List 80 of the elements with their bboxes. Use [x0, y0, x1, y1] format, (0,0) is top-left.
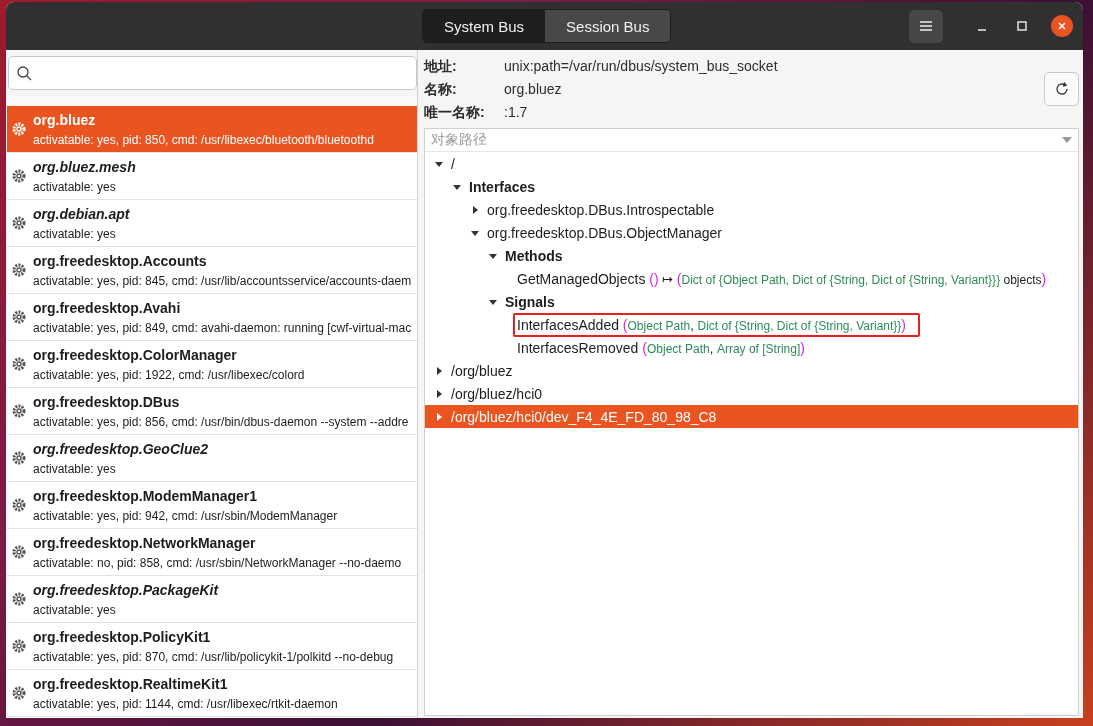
maximize-icon	[1017, 21, 1027, 31]
node-label: Methods	[505, 247, 563, 264]
service-detail: activatable: no, pid: 858, cmd: /usr/sbin/NetworkManager --no-daemo	[33, 555, 402, 570]
info-label: 唯一名称:	[424, 104, 486, 122]
bus-tab[interactable]: Session Bus	[545, 10, 671, 42]
search-icon	[17, 65, 32, 81]
search-field[interactable]	[8, 56, 417, 90]
node-label: /org/bluez	[451, 362, 513, 379]
service-detail: activatable: yes	[33, 226, 117, 241]
refresh-icon	[1053, 81, 1070, 97]
service-name: org.freedesktop.Avahi	[33, 299, 182, 316]
service-name: org.freedesktop.RealtimeKit1	[33, 675, 229, 692]
service-detail: activatable: yes, pid: 850, cmd: /usr/libexec/bluetooth/bluetoothd	[33, 132, 374, 147]
menu-button[interactable]	[909, 9, 943, 43]
info-value: unix:path=/var/run/dbus/system_bus_socket	[504, 58, 779, 76]
info-label: 地址:	[424, 58, 458, 76]
gear-icon	[11, 168, 27, 184]
node-label: /org/bluez/hci0	[451, 385, 543, 402]
gear-icon	[11, 544, 27, 560]
refresh-button[interactable]	[1044, 72, 1079, 106]
tree-row[interactable]: Signals	[425, 290, 1078, 313]
tree-row[interactable]: /org/bluez/hci0/dev_F4_4E_FD_80_98_C8	[425, 405, 1078, 428]
signal-signature[interactable]: InterfacesAdded (Object Path, Dict of {String, Dict of {String, Variant}})	[513, 312, 921, 337]
dropdown-icon	[1062, 137, 1072, 143]
signal-signature[interactable]: InterfacesRemoved (Object Path, Array of [String])	[513, 335, 819, 360]
tree-row[interactable]: /org/bluez	[425, 359, 1078, 382]
service-name: org.freedesktop.DBus	[33, 393, 181, 410]
gear-icon	[11, 638, 27, 654]
info-label: 名称:	[424, 81, 458, 99]
service-name: org.freedesktop.GeoClue2	[33, 440, 209, 457]
service-detail: activatable: yes, pid: 1144, cmd: /usr/libexec/rtkit-daemon	[33, 696, 338, 711]
service-name: org.debian.apt	[33, 205, 130, 222]
tree-row[interactable]: Methods	[425, 244, 1078, 267]
service-detail: activatable: yes, pid: 1922, cmd: /usr/libexec/colord	[33, 367, 305, 382]
service-detail: activatable: yes, pid: 845, cmd: /usr/lib/accountsservice/accounts-daem	[33, 273, 412, 288]
node-label: /	[451, 155, 455, 172]
service-detail: activatable: yes	[33, 461, 117, 476]
node-label: Signals	[505, 293, 555, 310]
gear-icon	[11, 215, 27, 231]
gear-icon	[11, 309, 27, 325]
close-button[interactable]	[1051, 15, 1073, 37]
service-detail: activatable: yes, pid: 870, cmd: /usr/lib/policykit-1/polkitd --no-debug	[33, 649, 394, 664]
service-name: org.freedesktop.Accounts	[33, 252, 208, 269]
info-value: :1.7	[504, 104, 529, 122]
menu-icon	[920, 21, 932, 31]
service-name: org.freedesktop.PolicyKit1	[33, 628, 212, 645]
info-value: org.bluez	[504, 81, 563, 99]
service-detail: activatable: yes, pid: 942, cmd: /usr/sbin/ModemManager	[33, 508, 338, 523]
service-name: org.bluez.mesh	[33, 158, 136, 175]
service-name: org.freedesktop.PackageKit	[33, 581, 219, 598]
node-label: org.freedesktop.DBus.ObjectManager	[487, 224, 722, 241]
service-detail: activatable: yes	[33, 179, 117, 194]
node-label: /org/bluez/hci0/dev_F4_4E_FD_80_98_C8	[451, 408, 717, 425]
tree-row[interactable]: /	[425, 152, 1078, 175]
service-name: org.freedesktop.ModemManager1	[33, 487, 259, 504]
service-detail: activatable: yes, pid: 856, cmd: /usr/bin/dbus-daemon --system --addre	[33, 414, 409, 429]
gear-icon	[11, 497, 27, 513]
service-detail: activatable: yes	[33, 602, 117, 617]
tree-row[interactable]: org.freedesktop.DBus.Introspectable	[425, 198, 1078, 221]
gear-icon	[11, 403, 27, 419]
bus-tab[interactable]: System Bus	[423, 10, 546, 42]
gear-icon	[11, 591, 27, 607]
service-detail: activatable: yes, pid: 849, cmd: avahi-daemon: running [cwf-virtual-mac	[33, 320, 412, 335]
node-label: Interfaces	[469, 178, 536, 195]
node-label: org.freedesktop.DBus.Introspectable	[487, 201, 715, 218]
gear-icon	[11, 121, 27, 137]
tree-row[interactable]: /org/bluez/hci0	[425, 382, 1078, 405]
gear-icon	[11, 356, 27, 372]
signal-signature[interactable]: GetManagedObjects () ↦ (Dict of {Object Path, Dict of {String, Dict of {String, Variant}}} objects)	[513, 266, 1061, 291]
service-name: org.freedesktop.NetworkManager	[33, 534, 257, 551]
tree-row[interactable]: Interfaces	[425, 175, 1078, 198]
service-name: org.bluez	[33, 111, 97, 128]
minimize-icon	[977, 29, 987, 31]
service-name: org.freedesktop.ColorManager	[33, 346, 238, 363]
gear-icon	[11, 685, 27, 701]
gear-icon	[11, 450, 27, 466]
gear-icon	[11, 262, 27, 278]
service-row[interactable]: org.bluez activatable: yes, pid: 850, cmd: /usr/libexec/bluetooth/bluetoothd	[7, 106, 417, 153]
tree-row[interactable]: org.freedesktop.DBus.ObjectManager	[425, 221, 1078, 244]
close-icon	[1057, 21, 1067, 31]
